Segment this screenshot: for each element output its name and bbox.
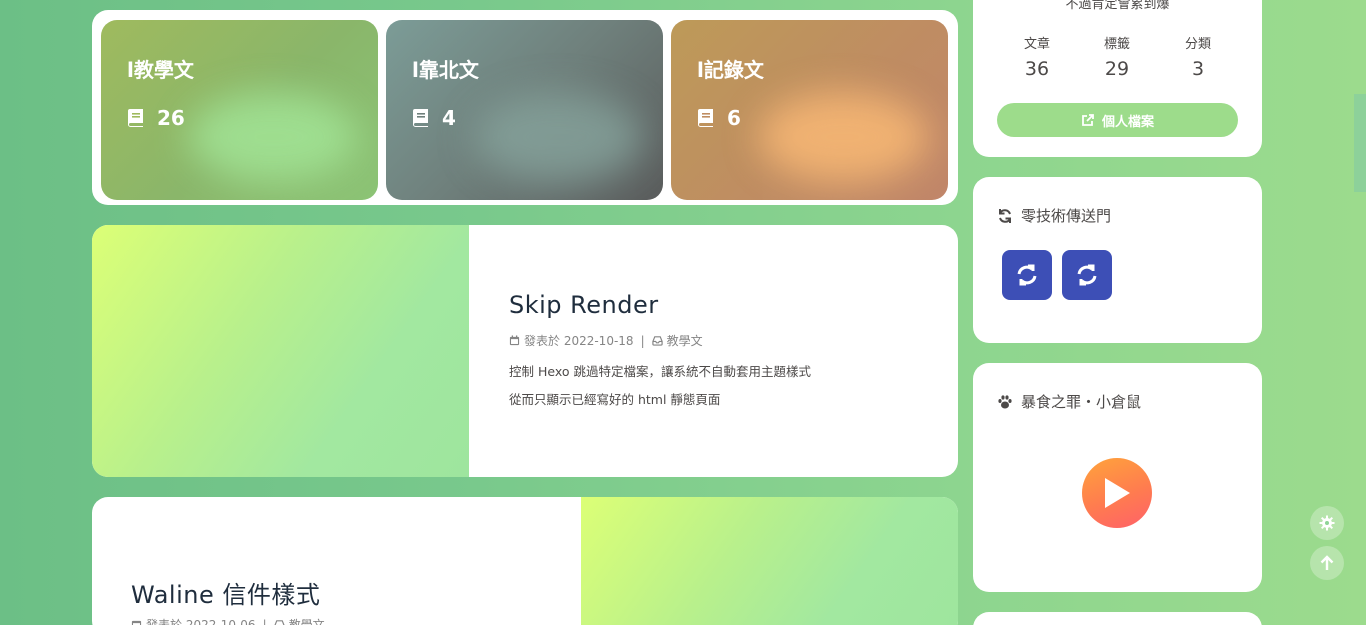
post-category-link[interactable]: 教學文	[289, 616, 325, 625]
gear-icon	[1319, 515, 1335, 531]
description-line: 從而只顯示已經寫好的 html 靜態頁面	[509, 392, 721, 407]
scrollbar-thumb[interactable]	[1354, 94, 1366, 192]
post-title[interactable]: Skip Render	[509, 291, 659, 319]
paw-icon	[998, 394, 1012, 408]
post-meta: 發表於 2022-10-06 | 教學文	[131, 616, 325, 625]
play-button[interactable]	[1082, 458, 1152, 528]
settings-button[interactable]	[1310, 506, 1344, 540]
portal-link-button[interactable]	[1002, 250, 1052, 300]
category-name: l教學文	[127, 58, 194, 82]
calendar-icon	[509, 335, 520, 346]
play-icon	[1105, 478, 1130, 508]
stat-value: 36	[1024, 58, 1050, 80]
description-line: 控制 Hexo 跳過特定檔案，讓系統不自動套用主題樣式	[509, 364, 811, 379]
stat-value: 3	[1191, 58, 1205, 80]
stat-label: 文章	[1023, 37, 1050, 52]
post-title[interactable]: Waline 信件樣式	[131, 575, 320, 610]
category-count-row: 6	[697, 106, 741, 130]
next-widget-card	[973, 612, 1262, 625]
transfer-icon	[1077, 264, 1097, 286]
sync-icon	[999, 208, 1011, 223]
music-title: 暴食之罪・小倉鼠	[1021, 393, 1142, 411]
category-card-record[interactable]: l記錄文 6	[671, 20, 948, 200]
stat-label: 標籤	[1103, 37, 1130, 52]
stat-value: 29	[1104, 58, 1130, 80]
book-icon	[698, 109, 713, 127]
profile-description: 不過肯定會累到爆	[1065, 0, 1170, 12]
category-count: 4	[442, 106, 456, 130]
book-icon	[128, 109, 143, 127]
stat-categories[interactable]: 分類 3	[1168, 33, 1228, 80]
stat-label: 分類	[1184, 37, 1211, 52]
category-name: l記錄文	[697, 58, 764, 82]
post-cover-image[interactable]	[581, 497, 958, 625]
post-date: 發表於 2022-10-18	[524, 334, 634, 348]
profile-button[interactable]: 個人檔案	[997, 103, 1238, 137]
category-section: l教學文 26 l靠北文 4 l記錄文 6	[92, 10, 958, 205]
stat-tags[interactable]: 標籤 29	[1087, 33, 1147, 80]
category-count-row: 26	[127, 106, 185, 130]
transfer-icon	[1017, 264, 1037, 286]
inbox-icon	[651, 336, 663, 346]
category-name: l靠北文	[412, 58, 479, 82]
card-glow	[188, 92, 358, 182]
category-count: 26	[157, 106, 185, 130]
music-header: 暴食之罪・小倉鼠	[997, 391, 1141, 412]
category-count-row: 4	[412, 106, 456, 130]
card-glow	[758, 92, 928, 182]
arrow-up-icon	[1320, 555, 1334, 570]
portal-title: 零技術傳送門	[1021, 207, 1112, 225]
category-card-rant[interactable]: l靠北文 4	[386, 20, 663, 200]
post-card[interactable]: Skip Render 發表於 2022-10-18 | 教學文 控制 Hexo…	[92, 225, 958, 477]
portal-header: 零技術傳送門	[997, 205, 1111, 226]
profile-button-label: 個人檔案	[1101, 114, 1154, 130]
book-icon	[413, 109, 428, 127]
calendar-icon	[131, 620, 142, 625]
category-card-teaching[interactable]: l教學文 26	[101, 20, 378, 200]
inbox-icon	[274, 620, 285, 625]
meta-separator: |	[262, 617, 267, 625]
post-cover-image[interactable]	[92, 225, 469, 477]
meta-separator: |	[640, 333, 645, 348]
card-glow	[473, 92, 643, 182]
external-link-icon	[1082, 113, 1094, 126]
portal-link-button[interactable]	[1062, 250, 1112, 300]
category-count: 6	[727, 106, 741, 130]
back-to-top-button[interactable]	[1310, 546, 1344, 580]
post-description: 控制 Hexo 跳過特定檔案，讓系統不自動套用主題樣式 從而只顯示已經寫好的 h…	[509, 358, 811, 414]
post-meta: 發表於 2022-10-18 | 教學文	[509, 332, 703, 349]
post-date: 發表於 2022-10-06	[146, 618, 256, 625]
stat-articles[interactable]: 文章 36	[1007, 33, 1067, 80]
post-category-link[interactable]: 教學文	[667, 332, 703, 349]
post-card[interactable]: Waline 信件樣式 發表於 2022-10-06 | 教學文	[92, 497, 958, 625]
